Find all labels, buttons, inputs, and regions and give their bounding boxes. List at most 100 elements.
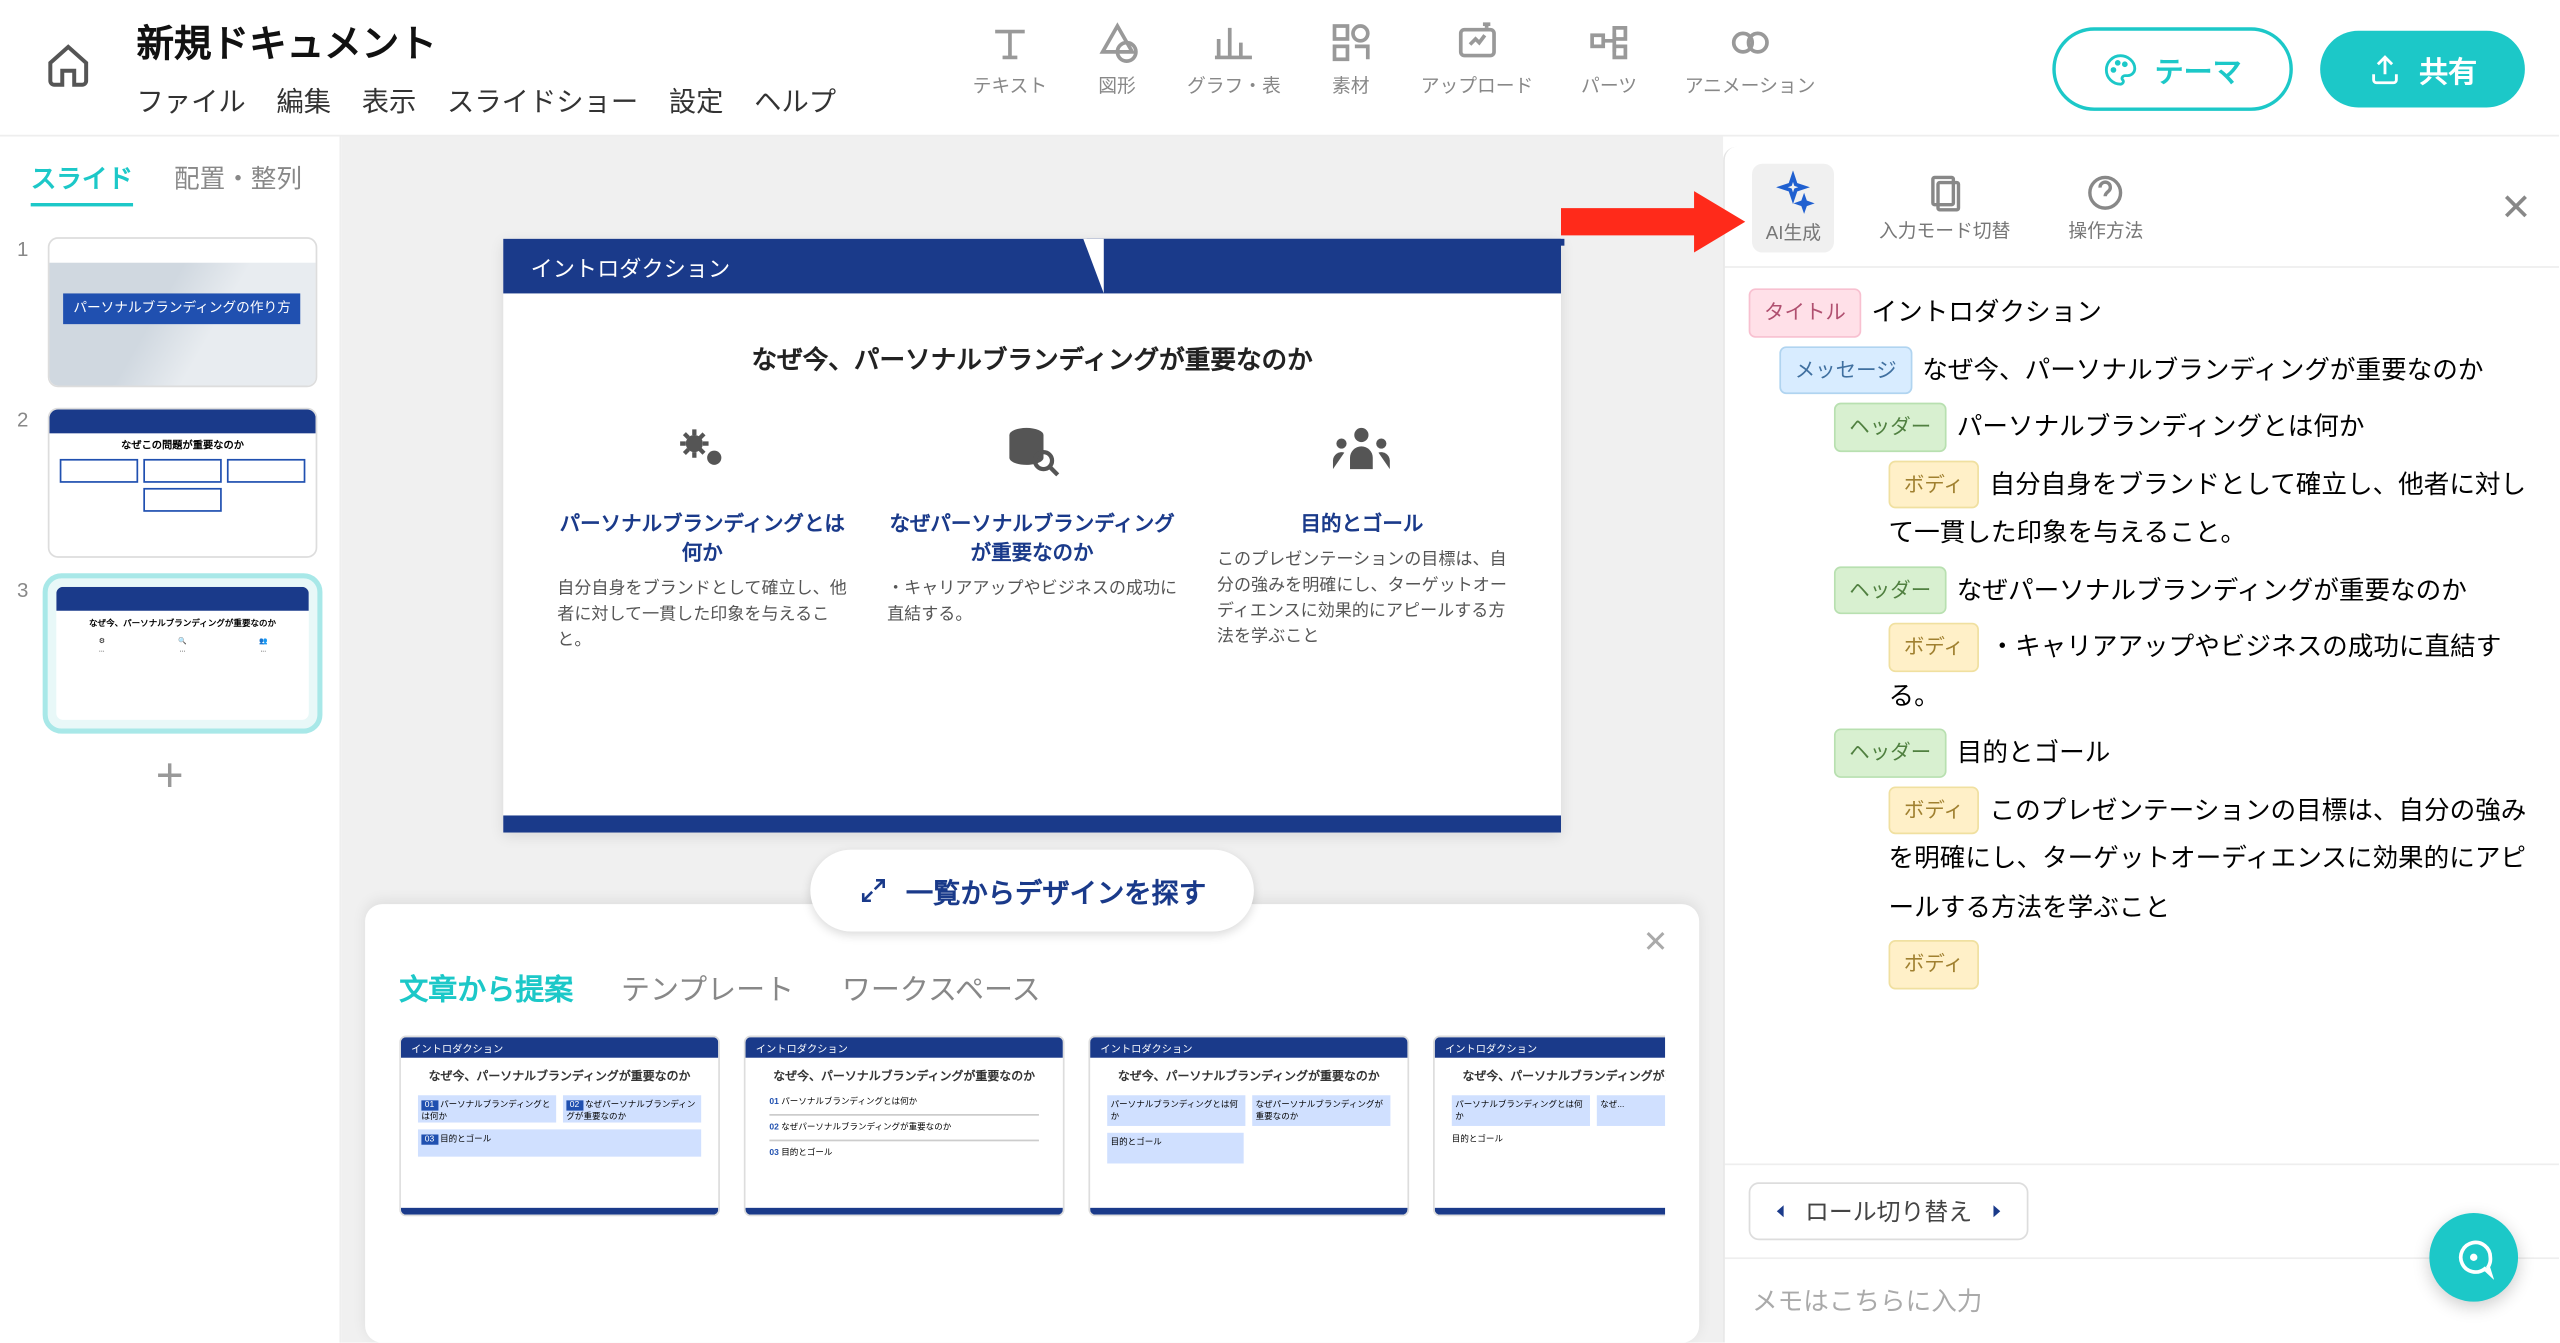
close-design-panel-icon[interactable]: ✕ — [1643, 925, 1669, 961]
chat-icon — [2452, 1235, 2496, 1279]
share-button[interactable]: 共有 — [2320, 31, 2525, 108]
menu-file[interactable]: ファイル — [136, 78, 245, 119]
thumb-number: 2 — [17, 408, 37, 432]
menu-slideshow[interactable]: スライドショー — [447, 78, 638, 119]
outline-header-3[interactable]: 目的とゴール — [1957, 739, 2111, 768]
tool-assets-label: 素材 — [1332, 72, 1370, 99]
share-button-label: 共有 — [2419, 48, 2477, 91]
menu-help[interactable]: ヘルプ — [754, 78, 836, 119]
slide-thumb-1[interactable]: パーソナルブランディングの作り方 — [48, 237, 318, 387]
expand-icon — [858, 875, 889, 906]
outline-content[interactable]: タイトルイントロダクション メッセージなぜ今、パーソナルブランディングが重要なの… — [1725, 268, 2559, 1164]
slide-column-3: 目的とゴール このプレゼンテーションの目標は、自分の強みを明確にし、ターゲットオ… — [1217, 418, 1507, 653]
outline-header-1[interactable]: パーソナルブランディングとは何か — [1957, 413, 2365, 442]
menu-edit[interactable]: 編集 — [276, 78, 331, 119]
tool-animation[interactable]: アニメーション — [1685, 20, 1816, 98]
tag-body-empty[interactable]: ボディ — [1889, 940, 1980, 989]
col-1-body: 自分自身をブランドとして確立し、他者に対して一貫した印象を与えること。 — [557, 577, 847, 654]
col-3-title: 目的とゴール — [1217, 508, 1507, 537]
add-slide-button[interactable]: + — [14, 749, 326, 804]
home-icon[interactable] — [34, 31, 102, 99]
tag-header: ヘッダー — [1834, 728, 1947, 777]
app-header: 新規ドキュメント ファイル 編集 表示 スライドショー 設定 ヘルプ テキスト … — [0, 0, 2559, 136]
design-suggestion-panel: ✕ 文章から提案 テンプレート ワークスペース イントロダクションなぜ今、パーソ… — [365, 904, 1699, 1342]
left-sidebar: スライド 配置・整列 1 パーソナルブランディングの作り方 2 なぜこの問題が重… — [0, 136, 341, 1342]
outline-message-text[interactable]: なぜ今、パーソナルブランディングが重要なのか — [1922, 356, 2483, 385]
tag-title: タイトル — [1749, 288, 1862, 337]
slide-thumb-3[interactable]: なぜ今、パーソナルブランディングが重要なのか⚙...🔍...👥... — [48, 578, 318, 728]
tool-shape-label: 図形 — [1098, 72, 1136, 99]
ai-generate-button[interactable]: AI生成 — [1752, 164, 1835, 253]
input-mode-button[interactable]: 入力モード切替 — [1865, 165, 2024, 250]
help-chat-button[interactable] — [2429, 1213, 2518, 1302]
tool-parts-label: パーツ — [1581, 72, 1637, 99]
slide-subtitle: なぜ今、パーソナルブランディングが重要なのか — [503, 341, 1561, 377]
howto-button[interactable]: 操作方法 — [2055, 165, 2157, 250]
tool-assets[interactable]: 素材 — [1329, 20, 1373, 98]
design-option-3[interactable]: イントロダクションなぜ今、パーソナルブランディングが重要なのかパーソナルブランデ… — [1088, 1036, 1409, 1217]
outline-body-3[interactable]: このプレゼンテーションの目標は、自分の強みを明確にし、ターゲットオーディエンスに… — [1889, 796, 2527, 922]
thumb-1-label: パーソナルブランディングの作り方 — [63, 293, 301, 323]
outline-title-text[interactable]: イントロダクション — [1872, 299, 2102, 328]
theme-button-label: テーマ — [2155, 48, 2242, 91]
database-search-icon — [998, 418, 1066, 486]
input-mode-label: 入力モード切替 — [1879, 217, 2010, 244]
tab-slides[interactable]: スライド — [31, 160, 133, 206]
design-option-4[interactable]: イントロダクションなぜ今、パーソナルブランディングが重要なのかパーソナルブランデ… — [1433, 1036, 1665, 1217]
browse-designs-button[interactable]: 一覧からデザインを探す — [810, 850, 1254, 932]
document-title[interactable]: 新規ドキュメント — [136, 14, 836, 69]
tag-body: ボディ — [1889, 786, 1980, 835]
col-3-body: このプレゼンテーションの目標は、自分の強みを明確にし、ターゲットオーディエンスに… — [1217, 548, 1507, 650]
col-2-title: なぜパーソナルブランディングが重要なのか — [887, 508, 1177, 566]
slide-column-1: パーソナルブランディングとは何か 自分自身をブランドとして確立し、他者に対して一… — [557, 418, 847, 653]
tool-shape[interactable]: 図形 — [1095, 20, 1139, 98]
outline-body-2[interactable]: ・キャリアアップやビジネスの成功に直結する。 — [1889, 633, 2502, 711]
design-tab-suggest[interactable]: 文章から提案 — [399, 966, 573, 1009]
tool-chart[interactable]: グラフ・表 — [1187, 20, 1281, 98]
ai-generate-label: AI生成 — [1766, 218, 1821, 245]
outline-body-1[interactable]: 自分自身をブランドとして確立し、他者に対して一貫した印象を与えること。 — [1889, 470, 2527, 548]
slide-canvas[interactable]: イントロダクション なぜ今、パーソナルブランディングが重要なのか パーソナルブラ… — [503, 239, 1561, 833]
menu-settings[interactable]: 設定 — [669, 78, 724, 119]
tag-header: ヘッダー — [1834, 566, 1947, 615]
howto-label: 操作方法 — [2068, 217, 2143, 244]
tag-message: メッセージ — [1779, 345, 1912, 394]
slide-thumb-2[interactable]: なぜこの問題が重要なのか — [48, 408, 318, 558]
right-outline-panel: AI生成 入力モード切替 操作方法 ✕ タイトルイントロダクション メッセージな… — [1723, 147, 2559, 1343]
people-icon — [1328, 418, 1396, 486]
palette-icon — [2103, 52, 2137, 86]
share-icon — [2368, 52, 2402, 86]
tool-chart-label: グラフ・表 — [1187, 72, 1281, 99]
question-icon — [2085, 172, 2126, 213]
design-option-1[interactable]: イントロダクションなぜ今、パーソナルブランディングが重要なのか01 パーソナルブ… — [399, 1036, 720, 1217]
slide-title-bar: イントロダクション — [503, 239, 1561, 294]
tool-parts[interactable]: パーツ — [1581, 20, 1637, 98]
tool-text[interactable]: テキスト — [973, 20, 1048, 98]
role-switch-button[interactable]: ロール切り替え — [1749, 1182, 2029, 1240]
design-tab-workspace[interactable]: ワークスペース — [842, 966, 1041, 1009]
browse-designs-label: 一覧からデザインを探す — [906, 870, 1206, 911]
sparkle-icon — [1771, 171, 1815, 215]
design-option-2[interactable]: イントロダクションなぜ今、パーソナルブランディングが重要なのか01 パーソナルブ… — [744, 1036, 1065, 1217]
tag-header: ヘッダー — [1834, 403, 1947, 452]
menu-view[interactable]: 表示 — [362, 78, 417, 119]
close-panel-icon[interactable]: ✕ — [2500, 186, 2531, 230]
design-tab-template[interactable]: テンプレート — [621, 966, 794, 1009]
tag-body: ボディ — [1889, 623, 1980, 672]
toolbar: テキスト 図形 グラフ・表 素材 アップロード パーツ アニメーション — [973, 20, 1816, 98]
role-switch-label: ロール切り替え — [1805, 1194, 1972, 1228]
tool-animation-label: アニメーション — [1685, 72, 1816, 99]
tab-arrange[interactable]: 配置・整列 — [174, 160, 302, 206]
tool-upload[interactable]: アップロード — [1421, 20, 1534, 98]
tag-body: ボディ — [1889, 460, 1980, 509]
sidebar-tabs: スライド 配置・整列 — [14, 150, 326, 230]
outline-header-2[interactable]: なぜパーソナルブランディングが重要なのか — [1957, 576, 2467, 605]
thumb-number: 1 — [17, 237, 37, 261]
slide-column-2: なぜパーソナルブランディングが重要なのか ・キャリアアップやビジネスの成功に直結… — [887, 418, 1177, 653]
tool-upload-label: アップロード — [1421, 72, 1534, 99]
theme-button[interactable]: テーマ — [2052, 27, 2293, 111]
triangle-right-icon — [1986, 1201, 2006, 1221]
triangle-left-icon — [1771, 1201, 1791, 1221]
tool-text-label: テキスト — [973, 72, 1048, 99]
col-1-title: パーソナルブランディングとは何か — [557, 508, 847, 566]
